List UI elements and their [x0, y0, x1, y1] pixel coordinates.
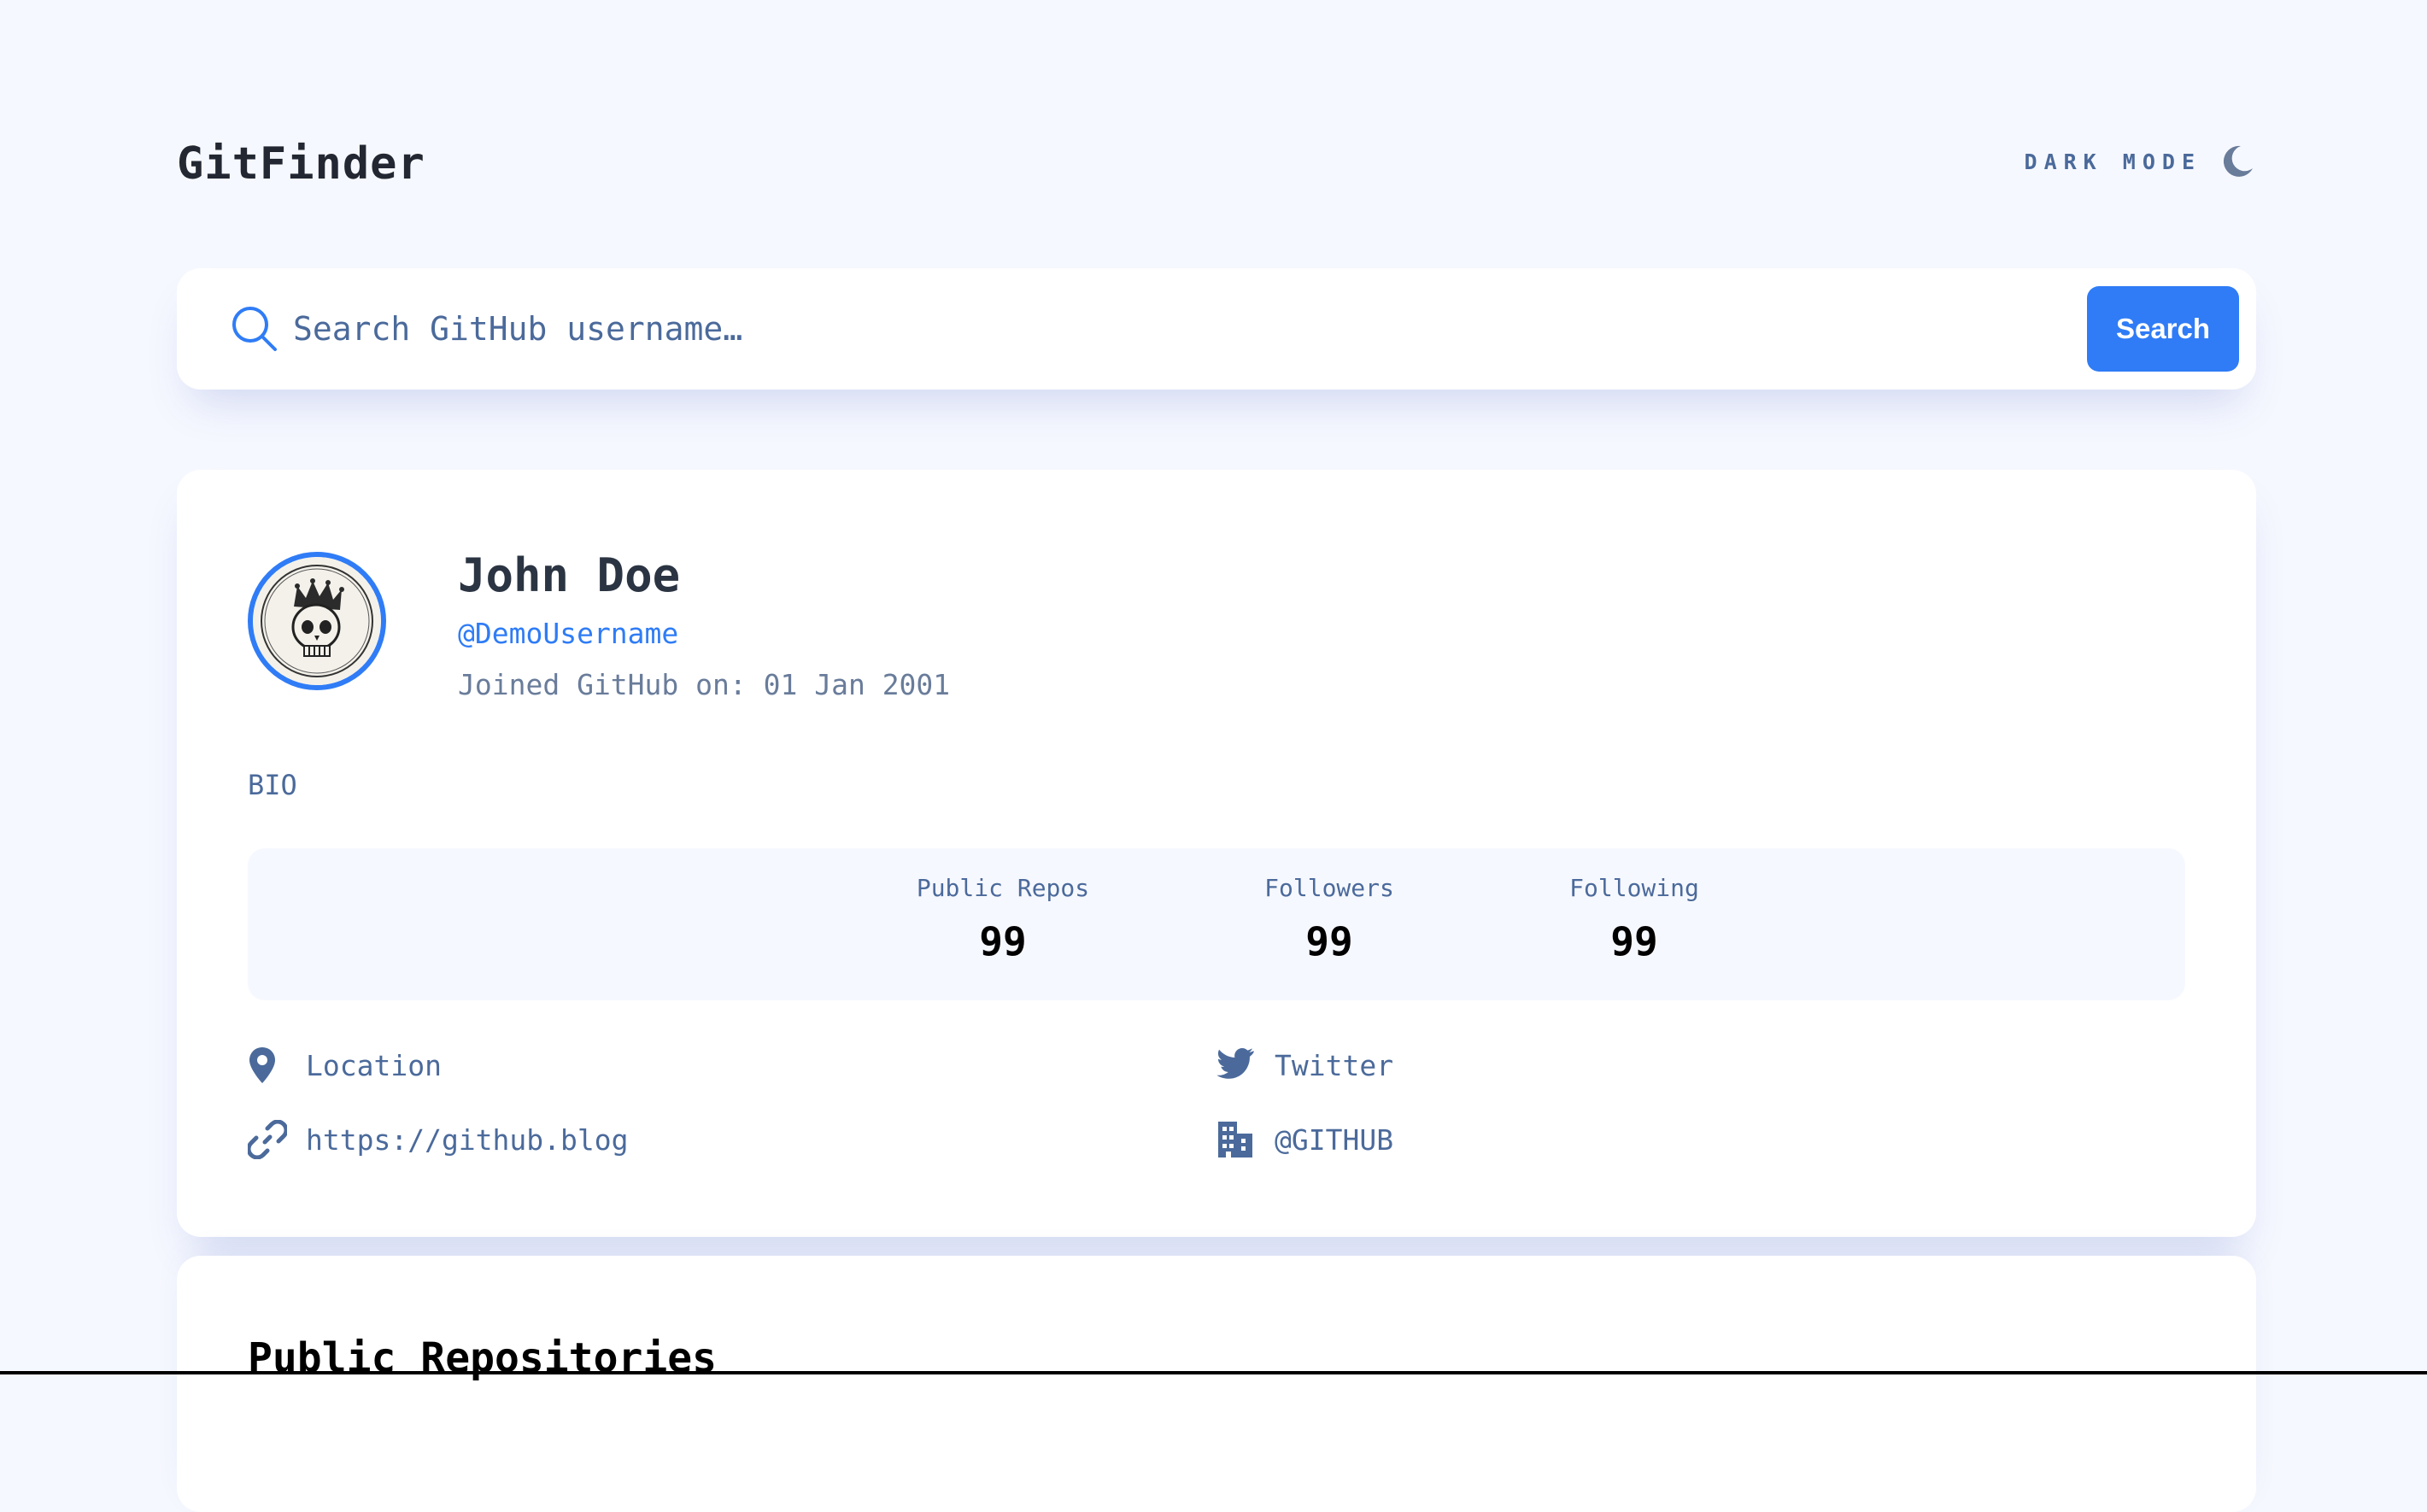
company-item: @GITHUB — [1216, 1114, 1393, 1165]
stats-panel: Public Repos 99 Followers 99 Following 9… — [248, 848, 2185, 1000]
skull-crown-avatar — [253, 557, 381, 685]
blog-link[interactable]: https://github.blog — [306, 1123, 629, 1157]
app-title: GitFinder — [177, 138, 425, 190]
profile-card: John Doe @DemoUsername Joined GitHub on:… — [177, 470, 2256, 1237]
viewport-bottom-border — [0, 1371, 2427, 1374]
search-button[interactable]: Search — [2087, 286, 2239, 372]
stat-label: Public Repos — [916, 874, 1090, 902]
search-icon — [232, 307, 277, 351]
user-bio: BIO — [248, 769, 297, 801]
app-header: GitFinder DARK MODE — [177, 128, 2256, 205]
twitter-item: Twitter — [1216, 1040, 1393, 1091]
link-icon — [248, 1120, 287, 1159]
company-text: @GITHUB — [1275, 1122, 1394, 1157]
repositories-title: Public Repositories — [248, 1334, 718, 1382]
location-pin-icon — [249, 1047, 275, 1083]
user-name: John Doe — [458, 548, 681, 602]
search-input[interactable] — [293, 299, 2002, 359]
repositories-card: Public Repositories — [177, 1256, 2256, 1512]
twitter-icon — [1216, 1047, 1254, 1079]
blog-item[interactable]: https://github.blog — [248, 1114, 629, 1165]
dark-mode-label[interactable]: DARK MODE — [2025, 149, 2201, 174]
location-item: Location — [248, 1040, 442, 1091]
stat-label: Following — [1569, 874, 1699, 902]
dark-mode-toggle[interactable]: DARK MODE — [2025, 140, 2256, 183]
avatar — [248, 552, 386, 690]
user-login-link[interactable]: @DemoUsername — [458, 617, 678, 650]
stat-label: Followers — [1264, 874, 1394, 902]
search-bar: Search — [177, 268, 2256, 390]
building-icon — [1218, 1122, 1252, 1157]
user-joined-date: Joined GitHub on: 01 Jan 2001 — [458, 668, 951, 701]
stat-value: 99 — [979, 918, 1027, 964]
moon-icon[interactable] — [2219, 143, 2256, 180]
stat-value: 99 — [1610, 918, 1658, 964]
twitter-text: Twitter — [1275, 1048, 1394, 1082]
stat-value: 99 — [1305, 918, 1353, 964]
location-text: Location — [306, 1048, 442, 1082]
